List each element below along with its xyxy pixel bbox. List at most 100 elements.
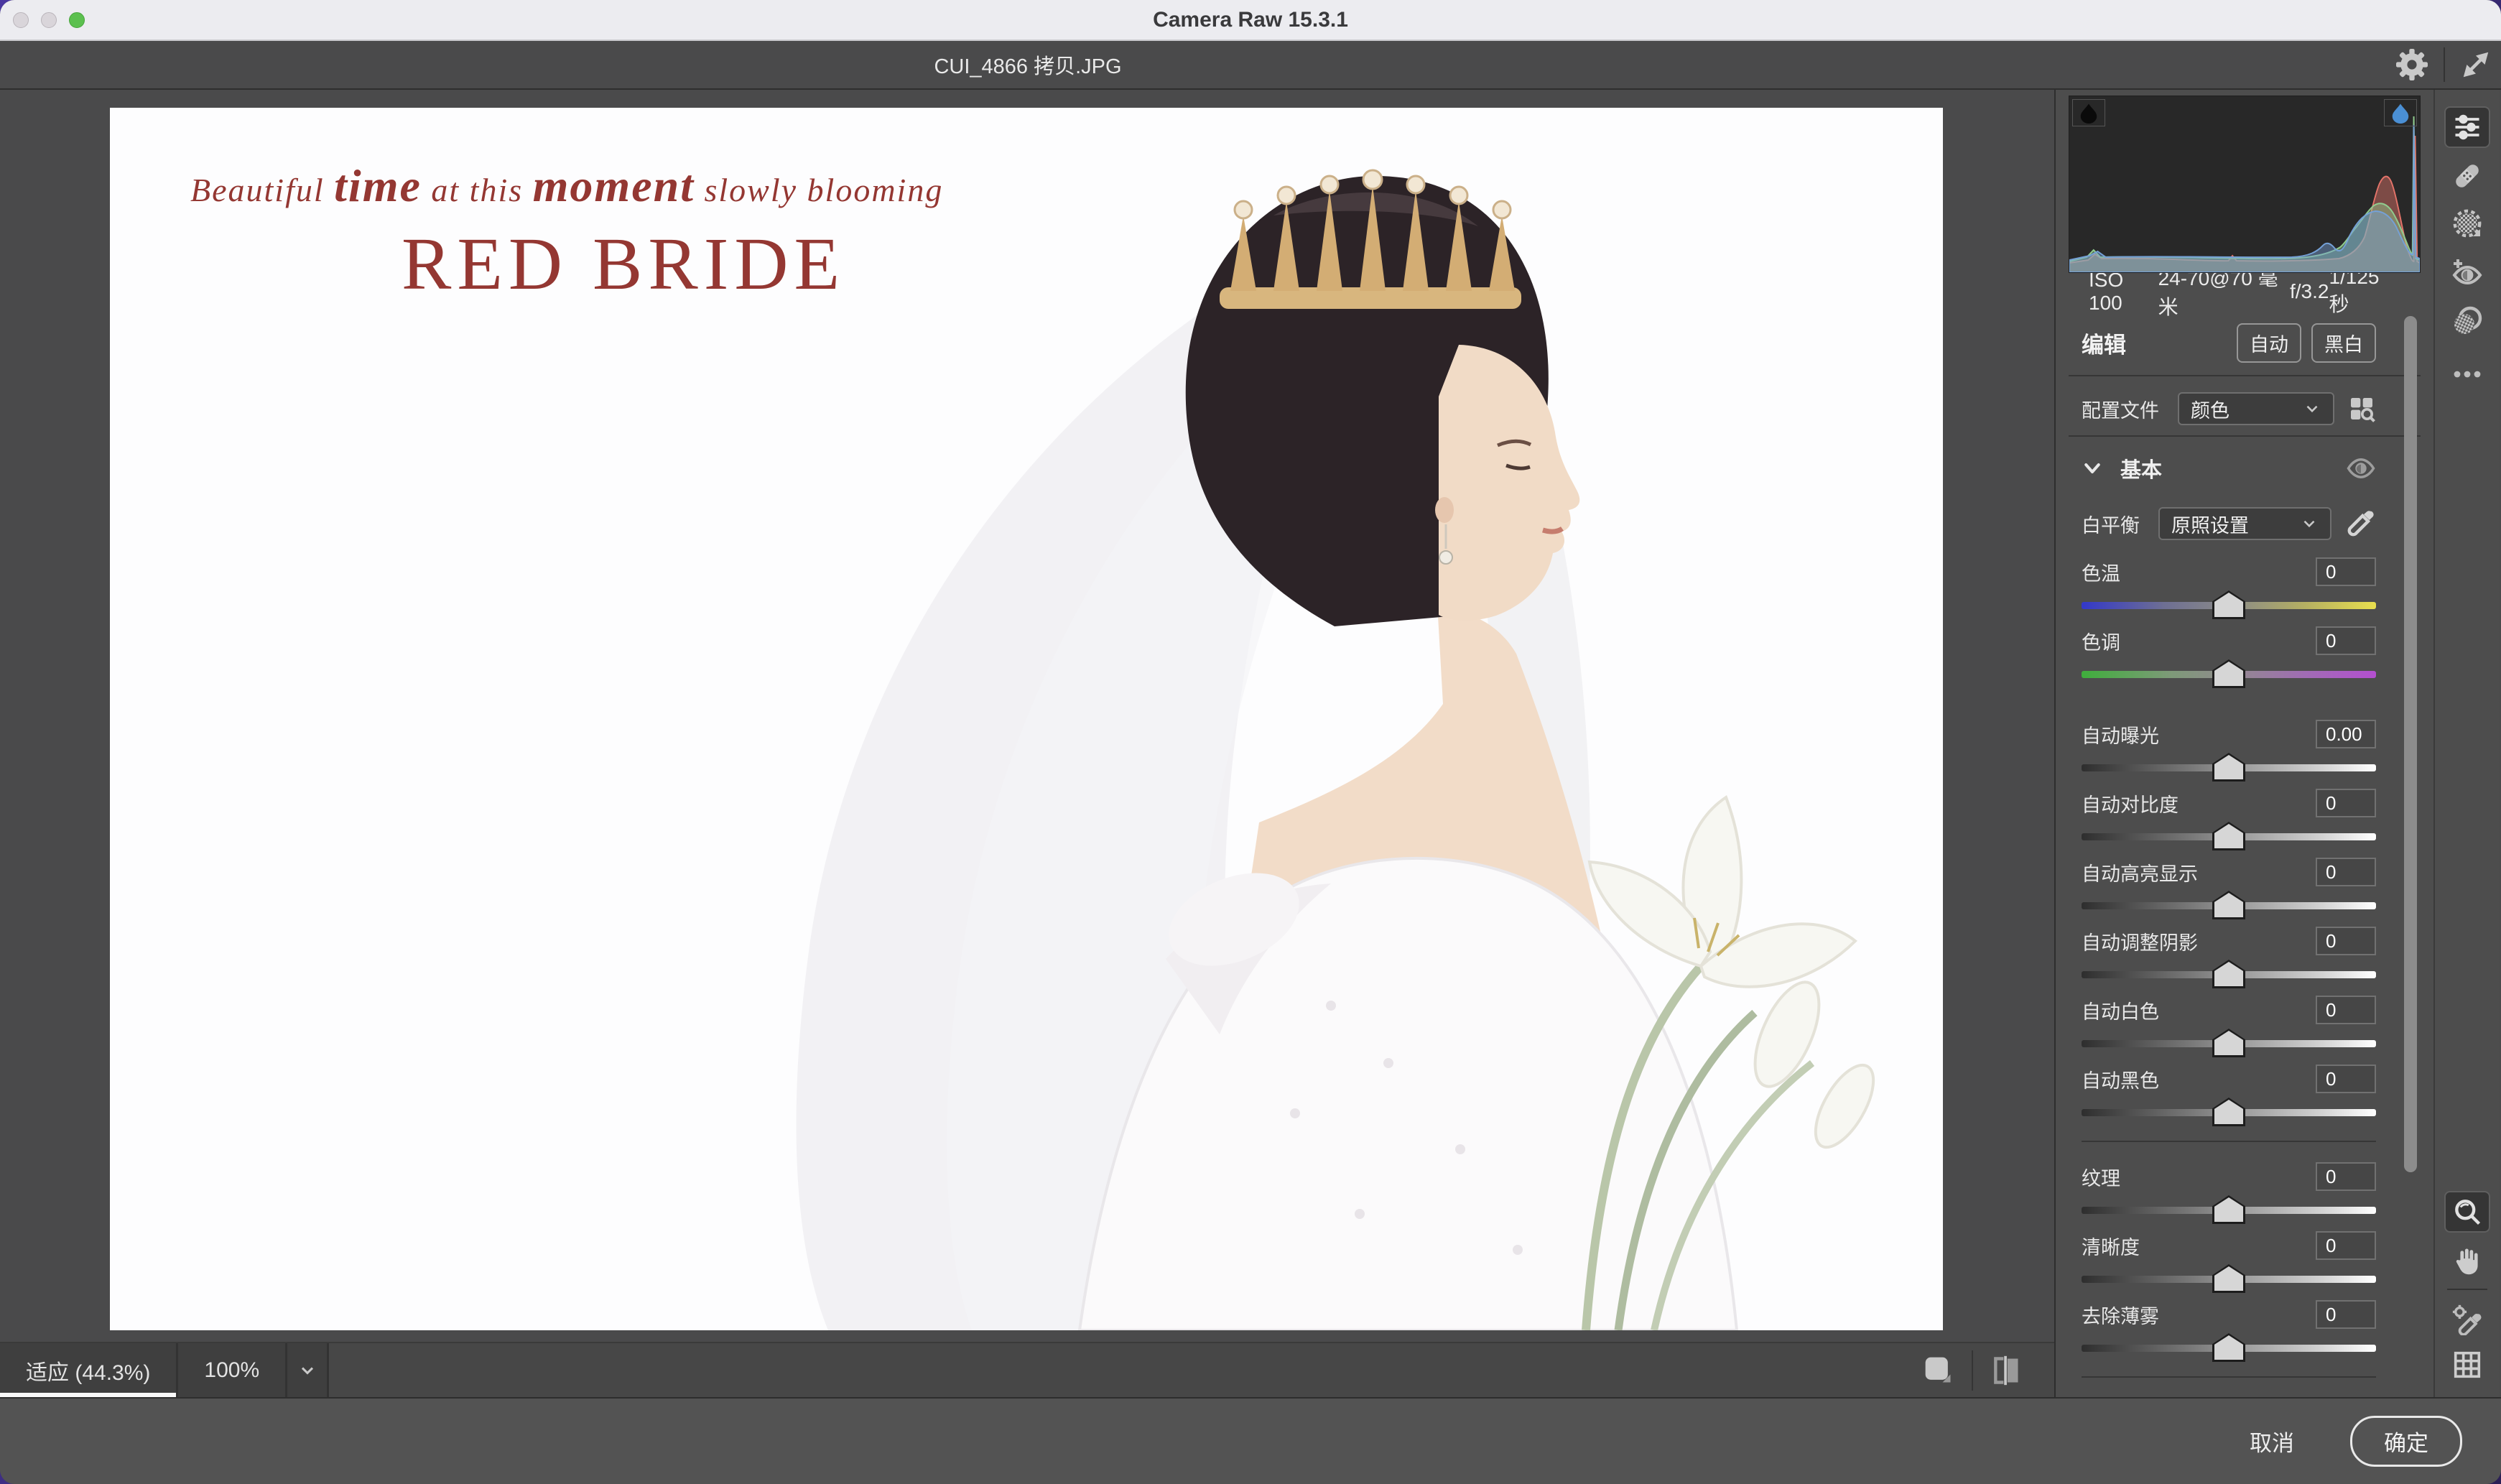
presets-tool-icon[interactable]: [2450, 304, 2484, 338]
slider-value-field[interactable]: 0: [2316, 996, 2376, 1024]
slider-label: 自动黑色: [2082, 1065, 2159, 1093]
slider-thumb[interactable]: [2212, 1333, 2245, 1362]
highlight-clipping-indicator[interactable]: [2384, 99, 2417, 126]
titlebar: Camera Raw 15.3.1: [0, 0, 2501, 41]
slider-thumb[interactable]: [2212, 753, 2245, 782]
edit-tool[interactable]: [2444, 106, 2490, 148]
ok-button[interactable]: 确定: [2350, 1416, 2462, 1467]
white-balance-dropdown[interactable]: 原照设置: [2158, 507, 2331, 540]
traffic-lights: [13, 0, 85, 40]
exif-aperture: f/3.2: [2290, 280, 2329, 303]
slider-value-field[interactable]: 0: [2316, 858, 2376, 886]
zoom-100-tab[interactable]: 100%: [178, 1343, 287, 1397]
basic-section-header[interactable]: 基本: [2082, 445, 2376, 491]
slider-value-field[interactable]: 0: [2316, 1065, 2376, 1093]
slider-track[interactable]: [2082, 602, 2376, 609]
slider-track[interactable]: [2082, 1040, 2376, 1047]
slider-thumb[interactable]: [2212, 891, 2245, 919]
slider-track[interactable]: [2082, 902, 2376, 909]
photo-preview[interactable]: Beautiful time at this moment slowly blo…: [110, 108, 1943, 1330]
hand-tool-icon[interactable]: [2451, 1245, 2484, 1278]
slider-thumb[interactable]: [2212, 1098, 2245, 1126]
chevron-down-icon: [2303, 399, 2321, 418]
masking-tool-icon[interactable]: [2450, 206, 2484, 241]
exif-shutter: 1/125 秒: [2329, 266, 2400, 317]
more-tools-icon[interactable]: [2450, 357, 2484, 391]
slider-value-field[interactable]: 0: [2316, 1162, 2376, 1191]
slider-label: 去除薄雾: [2082, 1301, 2159, 1329]
slider-thumb[interactable]: [2212, 960, 2245, 988]
slider-value-field[interactable]: 0: [2316, 1231, 2376, 1260]
slider-track[interactable]: [2082, 764, 2376, 771]
slider-value-field[interactable]: 0: [2316, 557, 2376, 586]
main-area: Beautiful time at this moment slowly blo…: [0, 90, 2501, 1397]
zoom-button[interactable]: [69, 12, 85, 28]
slider-thumb[interactable]: [2212, 1195, 2245, 1224]
slider-thumb[interactable]: [2212, 822, 2245, 850]
slider-temperature: 色温 0: [2082, 557, 2376, 609]
slider-track[interactable]: [2082, 1207, 2376, 1214]
cancel-button[interactable]: 取消: [2250, 1425, 2294, 1457]
slider-thumb[interactable]: [2212, 1264, 2245, 1293]
slider-track[interactable]: [2082, 971, 2376, 978]
zoom-fit-tab[interactable]: 适应 (44.3%): [0, 1343, 178, 1397]
camera-raw-window: Camera Raw 15.3.1 CUI_4866 拷贝.JPG: [0, 0, 2501, 1484]
slider-clarity: 清晰度 0: [2082, 1231, 2376, 1283]
slider-label: 自动高亮显示: [2082, 858, 2198, 886]
slider-value-field[interactable]: 0: [2316, 626, 2376, 655]
slider-shadows: 自动调整阴影 0: [2082, 927, 2376, 978]
preview-mode-icon[interactable]: [1923, 1355, 1954, 1386]
histogram[interactable]: [2069, 96, 2421, 273]
fullscreen-icon[interactable]: [2461, 50, 2491, 80]
slider-value-field[interactable]: 0: [2316, 927, 2376, 955]
active-tab-underline: [0, 1393, 176, 1397]
slider-vibrance: 自动振动 0: [2082, 1376, 2376, 1397]
chevron-down-icon: [2300, 514, 2319, 533]
strip-divider: [2447, 1289, 2487, 1290]
bottom-bar: 取消 确定: [0, 1397, 2501, 1484]
divider: [2069, 435, 2421, 437]
white-balance-eyedropper-icon[interactable]: [2344, 508, 2376, 539]
eye-icon[interactable]: [2346, 453, 2376, 483]
basic-section-title: 基本: [2120, 453, 2346, 483]
grid-view-icon[interactable]: [2451, 1348, 2484, 1381]
slider-track[interactable]: [2082, 1109, 2376, 1116]
profile-browser-icon[interactable]: [2347, 394, 2376, 423]
slider-label: 色温: [2082, 558, 2120, 586]
color-sampler-tool-icon[interactable]: [2451, 1302, 2484, 1335]
toolbar: CUI_4866 拷贝.JPG: [0, 41, 2501, 90]
slider-thumb[interactable]: [2212, 590, 2245, 619]
close-button[interactable]: [13, 12, 29, 28]
slider-label: 纹理: [2082, 1163, 2120, 1191]
slider-dehaze: 去除薄雾 0: [2082, 1300, 2376, 1352]
photo-tagline: Beautiful time at this moment slowly blo…: [190, 159, 1196, 213]
settings-gear-icon[interactable]: [2396, 49, 2428, 80]
auto-button[interactable]: 自动: [2237, 323, 2301, 363]
exif-info: ISO 100 24-70@70 毫米 f/3.2 1/125 秒: [2069, 273, 2421, 310]
slider-thumb[interactable]: [2212, 659, 2245, 688]
slider-label: 自动对比度: [2082, 789, 2178, 817]
panel-scrollbar[interactable]: [2404, 316, 2417, 1172]
zoom-tool[interactable]: [2444, 1191, 2490, 1233]
slider-track[interactable]: [2082, 1345, 2376, 1352]
minimize-button[interactable]: [41, 12, 57, 28]
healing-tool-icon[interactable]: [2450, 159, 2484, 193]
shadow-clipping-indicator[interactable]: [2072, 99, 2105, 126]
slider-value-field[interactable]: 0.00: [2316, 720, 2376, 748]
slider-highlights: 自动高亮显示 0: [2082, 858, 2376, 909]
slider-track[interactable]: [2082, 671, 2376, 678]
slider-track[interactable]: [2082, 833, 2376, 840]
slider-track[interactable]: [2082, 1276, 2376, 1283]
slider-whites: 自动白色 0: [2082, 996, 2376, 1047]
white-balance-row: 白平衡 原照设置: [2082, 507, 2376, 540]
zoom-chevron-down-icon[interactable]: [287, 1343, 329, 1397]
profile-dropdown[interactable]: 颜色: [2178, 392, 2334, 425]
basic-sliders: 色温 0 色调 0 自动曝光 0.00 自动对比度 0: [2082, 557, 2376, 1397]
bw-button[interactable]: 黑白: [2311, 323, 2376, 363]
before-after-view-icon[interactable]: [1990, 1355, 2022, 1386]
slider-value-field[interactable]: 0: [2316, 789, 2376, 817]
slider-value-field[interactable]: 0: [2316, 1300, 2376, 1329]
red-eye-tool-icon[interactable]: [2450, 255, 2484, 289]
slider-thumb[interactable]: [2212, 1029, 2245, 1057]
histogram-curves: [2069, 96, 2420, 272]
